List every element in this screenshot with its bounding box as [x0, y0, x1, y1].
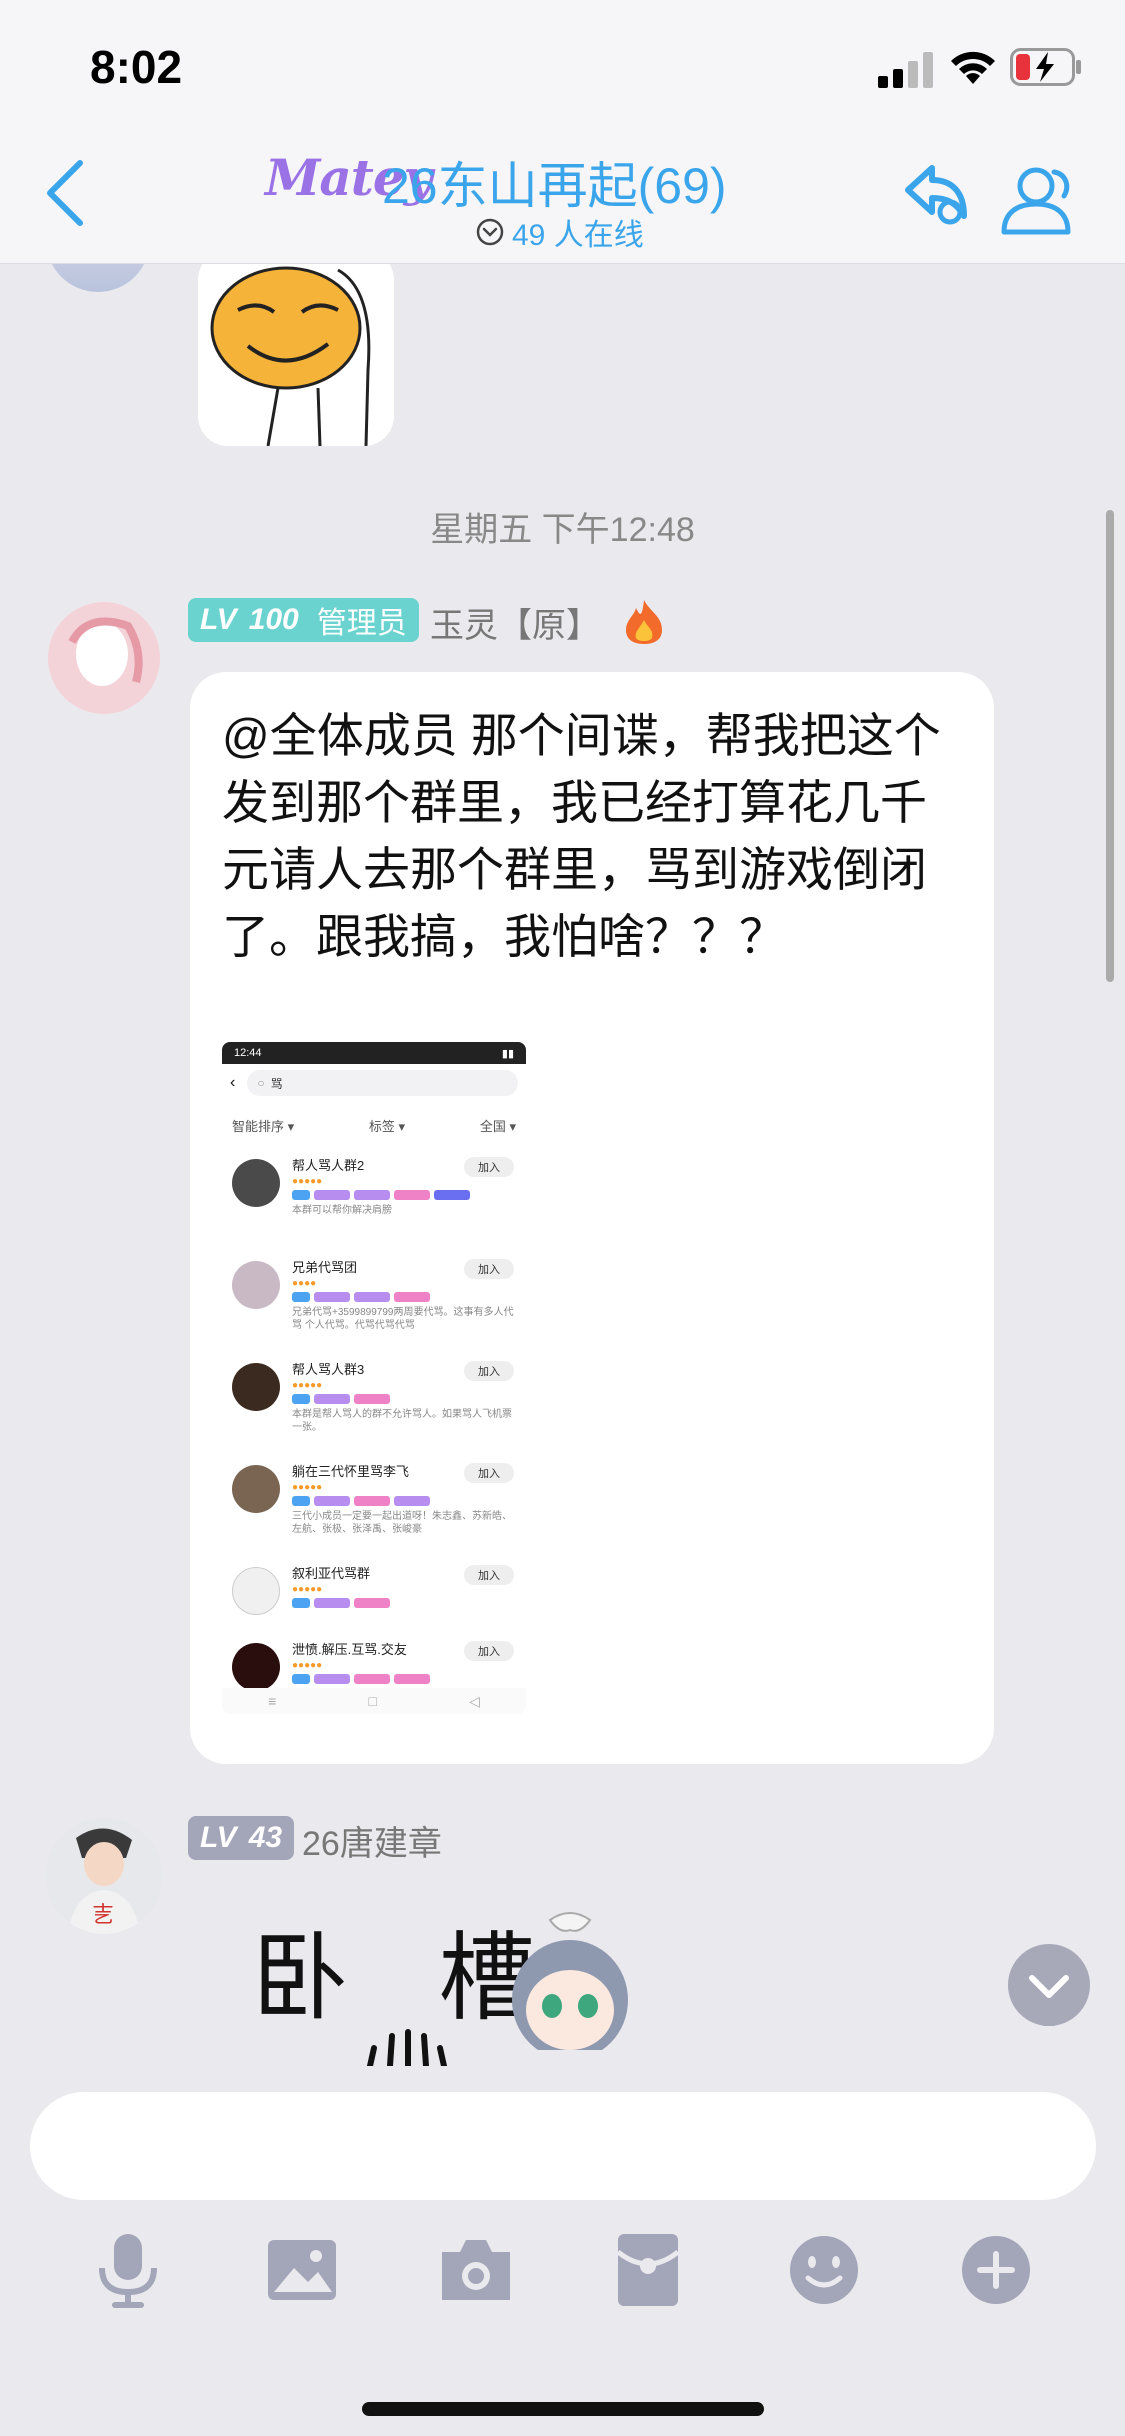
- join-button: 加入: [464, 1157, 514, 1177]
- screenshot-filter: 标签 ▾: [368, 1119, 406, 1134]
- exclaim-lines-icon: [367, 2029, 447, 2066]
- scrollbar[interactable]: [1106, 510, 1114, 982]
- screenshot-time: 12:44: [234, 1047, 262, 1059]
- screenshot-search-query: 骂: [270, 1076, 283, 1091]
- message-input[interactable]: [30, 2092, 1096, 2200]
- group-title[interactable]: 26东山再起(69): [382, 146, 727, 218]
- group-avatar: [232, 1261, 280, 1309]
- screenshot-group-item: 帮人骂人群2 ●●●●● 本群可以帮你解决肩膀 加入: [222, 1141, 526, 1243]
- wifi-icon: [951, 51, 995, 84]
- group-tags: [292, 1674, 516, 1684]
- group-desc: 本群可以帮你解决肩膀: [292, 1205, 392, 1216]
- anime-girl-sticker-icon: [512, 1912, 628, 2050]
- emoji-icon[interactable]: [784, 2230, 864, 2310]
- smiley-sticker-icon: [210, 266, 371, 446]
- role-label: 管理员: [316, 607, 407, 640]
- group-avatar: [232, 1363, 280, 1411]
- group-tags: [292, 1394, 516, 1404]
- level-prefix: LV: [200, 1821, 237, 1854]
- screenshot-status-icons: ▮▮: [501, 1047, 514, 1060]
- plus-icon[interactable]: [956, 2230, 1036, 2310]
- sticker-smiley[interactable]: [198, 250, 394, 446]
- group-tags: [292, 1190, 516, 1200]
- search-icon: ○: [257, 1076, 265, 1090]
- home-indicator: [362, 2402, 764, 2416]
- group-desc: 三代小成员一定要一起出道呀！朱志鑫、苏新皓、左航、张极、张泽禹、张峻豪: [292, 1511, 512, 1535]
- battery-charging-icon: [1010, 48, 1081, 86]
- group-avatar: [232, 1159, 280, 1207]
- group-avatar: [232, 1465, 280, 1513]
- screenshot-group-item: 帮人骂人群3 ●●●●● 本群是帮人骂人的群不允许骂人。如果骂人飞机票一张。 加…: [222, 1345, 526, 1447]
- screenshot-group-item: 兄弟代骂团 ●●●● 兄弟代骂+3599899799两周要代骂。这事有多人代骂 …: [222, 1243, 526, 1345]
- sticker-wocao[interactable]: 卧 槽: [240, 1890, 660, 2066]
- join-button: 加入: [464, 1641, 514, 1661]
- avatar[interactable]: [48, 602, 160, 714]
- message-timestamp: 星期五 下午12:48: [430, 511, 695, 549]
- camera-icon[interactable]: [436, 2230, 516, 2310]
- screenshot-group-item: 泄愤.解压.互骂.交友 ●●●●● 加入: [222, 1625, 526, 1691]
- screenshot-group-item: 叙利亚代骂群 ●●●●● 加入: [222, 1549, 526, 1625]
- status-time: 8:02: [90, 41, 183, 93]
- online-count[interactable]: 49 人在线: [476, 210, 644, 254]
- attached-screenshot[interactable]: 12:44 ▮▮ ‹ ○ 骂 智能排序 ▾ 标签 ▾ 全国 ▾ 帮人骂人群2 ●…: [222, 1042, 526, 1714]
- screenshot-filter: 智能排序 ▾: [232, 1119, 295, 1134]
- group-stars: ●●●●●: [292, 1176, 323, 1187]
- join-button: 加入: [464, 1361, 514, 1381]
- screenshot-group-item: 躺在三代怀里骂李飞 ●●●●● 三代小成员一定要一起出道呀！朱志鑫、苏新皓、左航…: [222, 1447, 526, 1549]
- level-prefix: LV: [200, 603, 237, 636]
- screenshot-search-box: ○ 骂: [247, 1070, 518, 1096]
- sender-nickname[interactable]: 玉灵【原】: [430, 598, 600, 647]
- group-desc: 兄弟代骂+3599899799两周要代骂。这事有多人代骂 个人代骂。代骂代骂代骂: [292, 1307, 514, 1331]
- avatar-person-icon: 㐊: [46, 1818, 162, 1934]
- message-text: @全体成员 那个间谍，帮我把这个发到那个群里，我已经打算花几千元请人去那个群里，…: [222, 709, 941, 963]
- header-bar: 8:02 Matey 26东山再起(69) 49 人在线: [0, 0, 1125, 264]
- group-stars: ●●●●●: [292, 1482, 323, 1493]
- level-badge: LV 100 管理员: [188, 598, 419, 642]
- back-chevron-icon: ‹: [230, 1074, 236, 1091]
- screenshot-filters: 智能排序 ▾ 标签 ▾ 全国 ▾: [222, 1102, 526, 1141]
- group-stars: ●●●●●: [292, 1660, 323, 1671]
- fire-icon: [626, 600, 662, 644]
- group-stars: ●●●●: [292, 1278, 317, 1289]
- avatar[interactable]: 㐊: [46, 1818, 162, 1934]
- home-icon: □: [368, 1693, 377, 1709]
- sender-nickname[interactable]: 26唐建章: [302, 1816, 442, 1865]
- join-button: 加入: [464, 1463, 514, 1483]
- avatar-figure-icon: [48, 602, 160, 714]
- image-icon[interactable]: [262, 2230, 342, 2310]
- group-tags: [292, 1598, 516, 1608]
- chevron-down-circle-icon: [476, 218, 504, 246]
- level-number: 43: [248, 1821, 283, 1854]
- svg-text:㐊: 㐊: [92, 1903, 114, 1928]
- share-icon[interactable]: [898, 160, 972, 234]
- group-avatar: [232, 1643, 280, 1691]
- back-icon: ◁: [469, 1692, 480, 1709]
- level-number: 100: [248, 603, 299, 636]
- input-bar: [0, 2070, 1125, 2436]
- scroll-to-bottom-button[interactable]: [1008, 1944, 1090, 2034]
- screenshot-filter: 全国 ▾: [479, 1119, 516, 1134]
- cellular-signal-icon: [878, 52, 933, 88]
- back-chevron-icon[interactable]: [40, 158, 90, 228]
- group-avatar: [232, 1567, 280, 1615]
- menu-icon: ≡: [268, 1693, 277, 1709]
- join-button: 加入: [464, 1259, 514, 1279]
- screenshot-search-row: ‹ ○ 骂: [222, 1064, 526, 1102]
- group-stars: ●●●●●: [292, 1380, 323, 1391]
- screenshot-nav-bar: ≡ □ ◁: [222, 1688, 526, 1714]
- level-badge: LV 43: [188, 1816, 295, 1860]
- group-stars: ●●●●●: [292, 1584, 323, 1595]
- message-bubble[interactable]: @全体成员 那个间谍，帮我把这个发到那个群里，我已经打算花几千元请人去那个群里，…: [190, 672, 994, 1764]
- microphone-icon[interactable]: [88, 2230, 168, 2310]
- screenshot-status-bar: 12:44 ▮▮: [222, 1042, 526, 1064]
- online-count-label: 49 人在线: [512, 219, 644, 252]
- group-tags: [292, 1496, 516, 1506]
- chevron-down-icon: [1029, 1975, 1069, 2034]
- group-tags: [292, 1292, 516, 1302]
- group-desc: 本群是帮人骂人的群不允许骂人。如果骂人飞机票一张。: [292, 1409, 512, 1433]
- join-button: 加入: [464, 1565, 514, 1585]
- red-packet-icon[interactable]: [608, 2230, 688, 2310]
- group-members-icon[interactable]: [998, 162, 1080, 236]
